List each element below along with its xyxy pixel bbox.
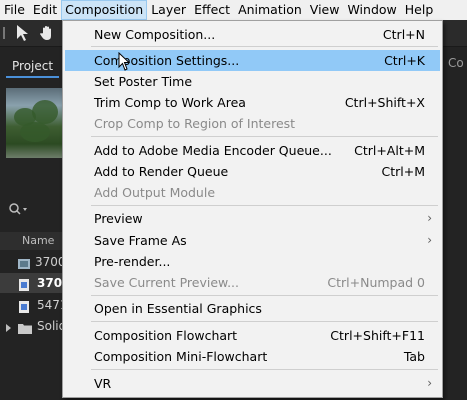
- menu-item-label: Trim Comp to Work Area: [94, 95, 246, 110]
- menu-separator: [91, 205, 438, 206]
- menu-item-label: Set Poster Time: [94, 74, 193, 89]
- menu-item-label: Composition Flowchart: [94, 328, 238, 343]
- menu-item-label: Save Current Preview...: [94, 275, 240, 290]
- menu-layer[interactable]: Layer: [147, 0, 190, 20]
- menu-item-label: Composition Settings...: [94, 53, 240, 68]
- menu-animation[interactable]: Animation: [234, 0, 306, 20]
- footage-thumbnail: [6, 88, 64, 158]
- menu-item-vr[interactable]: VR ›: [65, 373, 440, 394]
- menu-item-add-to-render-queue[interactable]: Add to Render Queue Ctrl+M: [65, 161, 440, 182]
- project-item-label: 3700: [35, 255, 66, 269]
- menu-view[interactable]: View: [306, 0, 344, 20]
- selection-tool-icon[interactable]: [14, 24, 32, 42]
- menu-bar: File Edit Composition Layer Effect Anima…: [0, 0, 467, 20]
- menu-item-shortcut: Ctrl+N: [382, 27, 425, 42]
- menu-separator: [91, 295, 438, 296]
- project-list-header[interactable]: Name: [0, 232, 62, 250]
- composition-menu: New Composition... Ctrl+N Composition Se…: [62, 20, 443, 398]
- name-column-header[interactable]: Name: [22, 232, 54, 250]
- menu-item-trim-comp[interactable]: Trim Comp to Work Area Ctrl+Shift+X: [65, 92, 440, 113]
- menu-item-add-to-media-encoder[interactable]: Add to Adobe Media Encoder Queue... Ctrl…: [65, 140, 440, 161]
- menu-item-label: Pre-render...: [94, 254, 171, 269]
- menu-item-composition-flowchart[interactable]: Composition Flowchart Ctrl+Shift+F11: [65, 325, 440, 346]
- search-icon: [8, 203, 30, 219]
- folder-icon: [18, 320, 32, 334]
- expand-arrow-icon[interactable]: [5, 320, 13, 340]
- menu-item-open-essential-graphics[interactable]: Open in Essential Graphics: [65, 298, 440, 319]
- project-item[interactable]: 3700: [0, 252, 66, 272]
- project-item[interactable]: 5471: [0, 295, 68, 315]
- menu-item-shortcut: Ctrl+Numpad 0: [327, 275, 425, 290]
- composition-panel-tab[interactable]: Co: [448, 56, 464, 70]
- menu-file[interactable]: File: [0, 0, 29, 20]
- menu-item-shortcut: Ctrl+Shift+X: [344, 95, 425, 110]
- menu-item-preview[interactable]: Preview ›: [65, 208, 440, 229]
- menu-item-label: New Composition...: [94, 27, 216, 42]
- menu-item-set-poster-time[interactable]: Set Poster Time: [65, 71, 440, 92]
- menu-composition[interactable]: Composition: [61, 0, 148, 20]
- project-search[interactable]: [8, 202, 58, 222]
- menu-item-shortcut: Ctrl+M: [381, 164, 426, 179]
- menu-item-label: VR: [94, 376, 112, 391]
- menu-edit[interactable]: Edit: [29, 0, 61, 20]
- project-item[interactable]: 3700: [0, 273, 70, 293]
- menu-item-new-composition[interactable]: New Composition... Ctrl+N: [65, 24, 440, 45]
- composition-icon: [18, 277, 30, 291]
- menu-item-shortcut: Ctrl+Alt+M: [354, 143, 425, 158]
- menu-window[interactable]: Window: [343, 0, 400, 20]
- menu-item-label: Add Output Module: [94, 185, 216, 200]
- project-panel-tab[interactable]: Project: [6, 56, 60, 78]
- menu-effect[interactable]: Effect: [190, 0, 234, 20]
- menu-item-label: Open in Essential Graphics: [94, 301, 262, 316]
- menu-item-shortcut: Tab: [403, 349, 425, 364]
- project-item[interactable]: Solid: [0, 316, 66, 336]
- submenu-arrow-icon: ›: [427, 233, 432, 247]
- menu-item-crop-comp: Crop Comp to Region of Interest: [65, 113, 440, 134]
- submenu-arrow-icon: ›: [427, 376, 432, 390]
- menu-separator: [91, 136, 438, 137]
- menu-item-label: Crop Comp to Region of Interest: [94, 116, 296, 131]
- menu-item-add-output-module: Add Output Module: [65, 182, 440, 203]
- menu-item-label: Preview: [94, 211, 143, 226]
- menu-help[interactable]: Help: [401, 0, 438, 20]
- menu-item-save-frame-as[interactable]: Save Frame As ›: [65, 230, 440, 251]
- menu-item-label: Composition Mini-Flowchart: [94, 349, 268, 364]
- menu-item-shortcut: Ctrl+Shift+F11: [330, 328, 425, 343]
- composition-icon: [18, 299, 30, 313]
- menu-separator: [91, 369, 438, 370]
- menu-item-label: Save Frame As: [94, 233, 187, 248]
- menu-item-save-current-preview: Save Current Preview... Ctrl+Numpad 0: [65, 272, 440, 293]
- submenu-arrow-icon: ›: [427, 211, 432, 225]
- menu-item-composition-mini-flowchart[interactable]: Composition Mini-Flowchart Tab: [65, 346, 440, 367]
- menu-item-shortcut: Ctrl+K: [384, 53, 425, 68]
- menu-item-pre-render[interactable]: Pre-render...: [65, 251, 440, 272]
- menu-separator: [91, 46, 438, 47]
- menu-item-label: Add to Adobe Media Encoder Queue...: [94, 143, 332, 158]
- footage-icon: [18, 256, 30, 269]
- hand-tool-icon[interactable]: [38, 24, 56, 42]
- mouse-cursor-icon: [118, 51, 132, 72]
- menu-separator: [91, 321, 438, 322]
- menu-item-label: Add to Render Queue: [94, 164, 229, 179]
